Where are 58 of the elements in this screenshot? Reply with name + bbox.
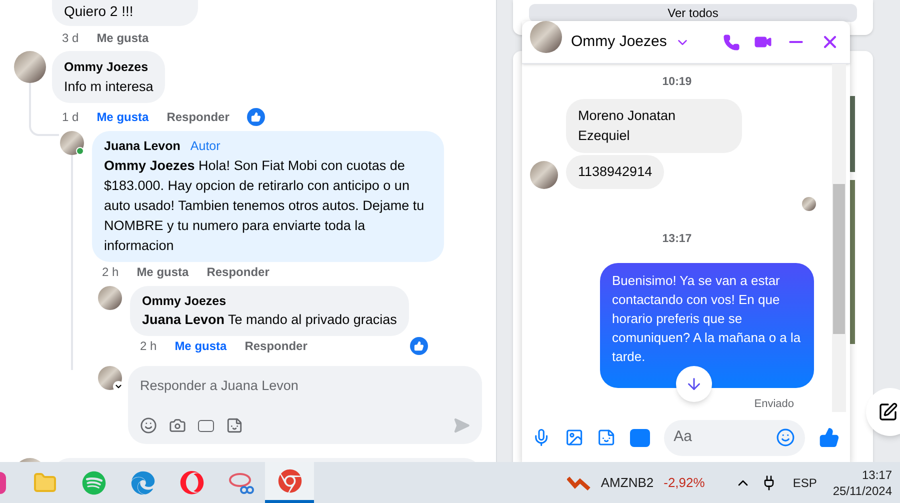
sticker-icon[interactable] <box>226 417 243 434</box>
comment-time: 3 d <box>62 30 79 47</box>
clock[interactable]: 13:17 25/11/2024 <box>832 466 892 498</box>
comment-text: Quiero 2 !!! <box>64 3 134 19</box>
chat-contact-name[interactable]: Ommy Joezes <box>571 30 667 54</box>
emoji-icon[interactable] <box>140 417 157 434</box>
reply-link[interactable]: Responder <box>244 337 308 356</box>
message-bubble: Buenisimo! Ya se van a estar contactando con vos! En que horario preferis que se comuniquen? A la mañana o a la tarde. <box>600 262 814 388</box>
comment-text: Info m interesa <box>64 78 154 96</box>
comment-author[interactable]: Ommy Joezes <box>142 292 226 310</box>
sticker-icon[interactable] <box>597 428 616 448</box>
message-time: 13:17 <box>662 232 692 248</box>
like-link[interactable]: Me gusta <box>174 337 227 356</box>
phone-icon[interactable] <box>723 34 740 51</box>
reply-link[interactable]: Responder <box>166 108 230 126</box>
reply-input-field[interactable]: Responder a Juana Levon <box>128 366 482 444</box>
stock-chart-icon <box>566 474 591 490</box>
image-icon[interactable] <box>564 428 584 448</box>
ticker-symbol: AMZNB2 <box>600 474 654 492</box>
seen-avatar <box>802 197 816 212</box>
reply-placeholder: Responder a Juana Levon <box>140 377 300 396</box>
comment-text: Juana Levon Te mando al privado gracias <box>142 311 397 330</box>
author-label: Autor <box>190 138 220 155</box>
reply-link[interactable]: Responder <box>206 262 270 280</box>
comment-time: 2 h <box>102 264 119 280</box>
app-icon[interactable] <box>0 472 6 494</box>
app-icon[interactable] <box>130 470 154 494</box>
avatar-photo <box>14 51 46 83</box>
message-status: Enviado <box>754 396 794 412</box>
ticker-change: -2,92% <box>664 474 705 492</box>
avatar-photo <box>530 21 562 53</box>
avatar-photo <box>98 286 122 310</box>
avatar-photo <box>60 130 84 155</box>
like-link[interactable]: Me gusta <box>136 262 189 280</box>
comment-author[interactable]: Ommy Joezes <box>64 58 154 77</box>
message-input-field[interactable]: Aa <box>664 420 806 456</box>
message-bubble: 1138942914 <box>566 155 664 190</box>
new-message-button[interactable] <box>866 388 900 436</box>
language-indicator[interactable]: ESP <box>792 474 817 492</box>
see-all-button[interactable]: Ver todos <box>529 4 857 22</box>
like-icon[interactable] <box>819 427 840 448</box>
comment-text: Ommy Joezes Hola! Son Fiat Mobi con cuotas de $183.000. Hay opcion de retirarlo con anticipo o un auto usado! Tambien tenemos otros autos. Dejame tu NOMBRE y tu numero para enviarte toda la informacion <box>104 156 426 254</box>
like-link[interactable]: Me gusta <box>96 108 149 126</box>
compose-icon <box>878 402 898 422</box>
camera-icon[interactable] <box>169 417 186 434</box>
avatar-photo <box>530 161 558 190</box>
like-reaction-icon <box>247 108 266 126</box>
comment-time: 2 h <box>140 338 157 356</box>
message-time: 10:19 <box>662 75 692 90</box>
emoji-icon[interactable] <box>776 428 796 448</box>
message-placeholder: Aa <box>674 427 692 448</box>
comment-time: 1 d <box>62 108 79 126</box>
message-bubble: Moreno Jonatan Ezequiel <box>566 99 742 154</box>
app-icon[interactable] <box>278 469 302 493</box>
like-reaction-icon <box>410 337 428 356</box>
app-icon[interactable] <box>180 470 204 494</box>
like-link[interactable]: Me gusta <box>96 29 149 47</box>
comment-author[interactable]: Juana Levon <box>104 136 180 156</box>
